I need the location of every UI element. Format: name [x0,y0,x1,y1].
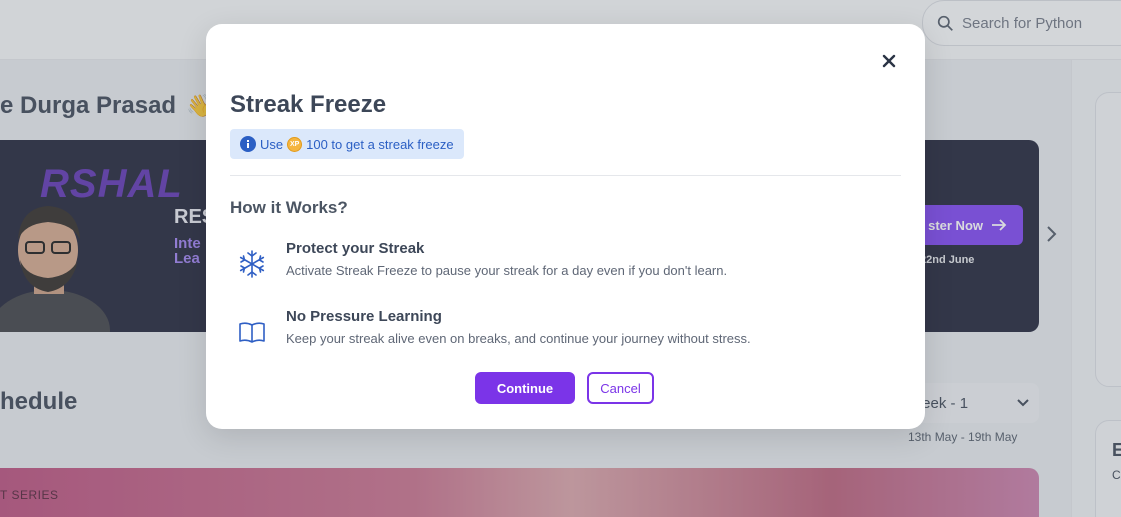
info-icon [240,136,256,152]
info-prefix: Use [260,136,284,152]
coin-text: XP [289,140,300,148]
continue-button[interactable]: Continue [475,372,575,404]
info-text: 100 to get a streak freeze [306,136,454,152]
feature-title: No Pressure Learning [286,308,442,325]
feature-desc: Activate Streak Freeze to pause your str… [286,263,728,278]
modal-title: Streak Freeze [230,91,387,118]
info-badge: Use XP 100 to get a streak freeze [230,129,464,159]
feature-desc: Keep your streak alive even on breaks, a… [286,331,751,346]
close-icon [882,54,896,68]
how-it-works-title: How it Works? [230,198,348,217]
divider [230,175,901,176]
coin-icon: XP [287,136,303,152]
cancel-button[interactable]: Cancel [587,372,654,404]
streak-freeze-modal: Streak Freeze Use XP 100 to get a streak… [206,24,925,429]
feature-title: Protect your Streak [286,240,425,257]
feature-no-pressure: No Pressure Learning Keep your streak al… [236,308,751,348]
feature-protect-streak: Protect your Streak Activate Streak Free… [236,240,727,280]
snowflake-icon [239,250,265,278]
book-open-icon [239,322,265,343]
close-button[interactable] [879,51,899,71]
